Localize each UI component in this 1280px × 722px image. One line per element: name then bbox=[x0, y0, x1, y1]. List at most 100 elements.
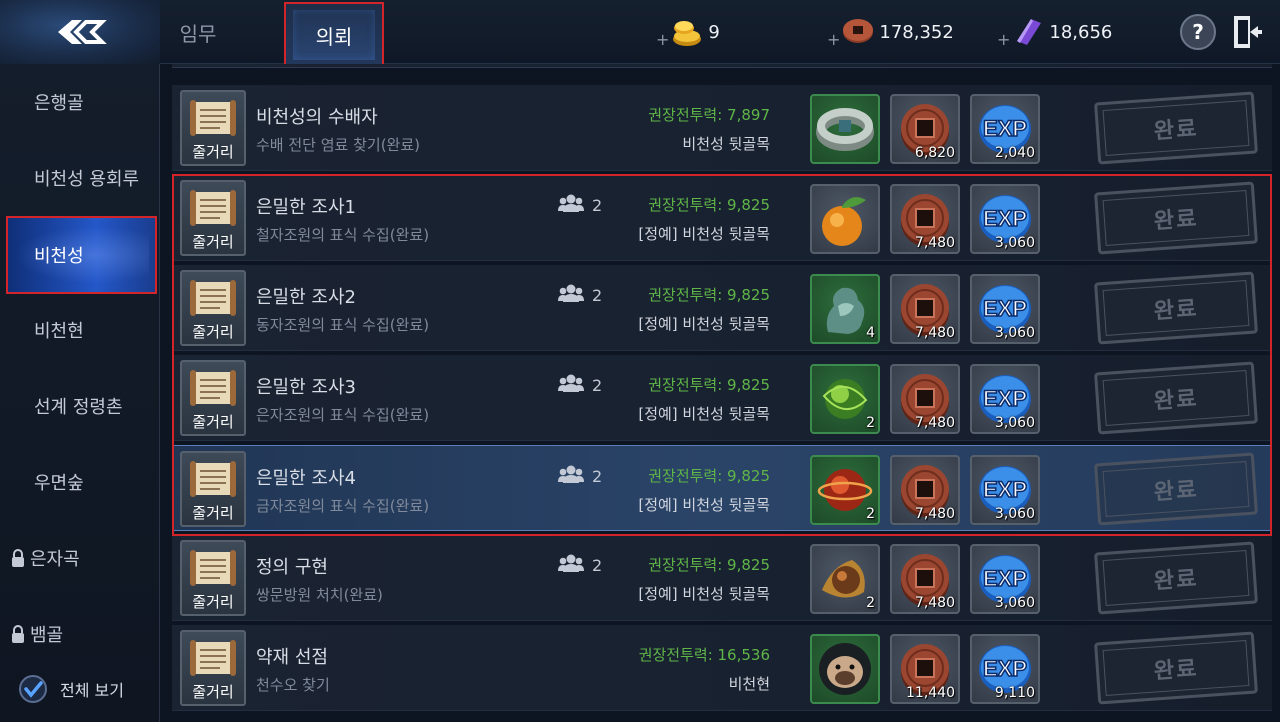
quest-row[interactable]: 줄거리 약재 선점 천수오 찾기 권장전투력: 16,536 비천현 11,440 EXP 9… bbox=[172, 625, 1272, 711]
sidebar-item-bicheonseong[interactable]: 비천성 bbox=[6, 216, 157, 294]
quest-row[interactable]: 줄거리 은밀한 조사4 금자조원의 표식 수집(완료) 2 권장전투력: 9,825 [정… bbox=[172, 445, 1272, 531]
complete-label: 완료 bbox=[1153, 296, 1200, 325]
currency-coin[interactable]: + 178,352 bbox=[827, 14, 954, 50]
reward-slot[interactable] bbox=[810, 94, 880, 164]
story-button[interactable]: 줄거리 bbox=[180, 270, 246, 346]
svg-text:EXP: EXP bbox=[983, 656, 1027, 681]
sidebar-item-label: 은행골 bbox=[34, 93, 84, 114]
purple-crystal-icon bbox=[1017, 19, 1042, 45]
party-count: 2 bbox=[592, 285, 603, 305]
quest-location: [정예] 비천성 뒷골목 bbox=[638, 315, 770, 333]
story-button[interactable]: 줄거리 bbox=[180, 451, 246, 527]
currency-gold[interactable]: + 9 bbox=[656, 14, 720, 50]
reward-slot[interactable] bbox=[810, 184, 880, 254]
reward-slot[interactable]: 2 bbox=[810, 455, 880, 525]
complete-button[interactable]: 완료 bbox=[1094, 631, 1258, 705]
sidebar-item-bicheonhyeon[interactable]: 비천현 bbox=[0, 300, 160, 360]
story-label: 줄거리 bbox=[192, 504, 234, 522]
list-row-partial bbox=[172, 64, 1272, 68]
reward-slot[interactable]: EXP 9,110 bbox=[970, 634, 1040, 704]
quest-title: 비천성의 수배자 bbox=[256, 107, 378, 128]
quest-list[interactable]: 줄거리 비천성의 수배자 수배 전단 염료 찾기(완료) 권장전투력: 7,897 비천… bbox=[172, 64, 1274, 722]
story-button[interactable]: 줄거리 bbox=[180, 540, 246, 616]
currency-crystal[interactable]: + 18,656 bbox=[997, 14, 1112, 50]
quest-subtitle: 수배 전단 염료 찾기(완료) bbox=[256, 136, 421, 154]
recommended-power: 권장전투력: 9,825 bbox=[648, 196, 770, 214]
complete-button[interactable]: 완료 bbox=[1094, 181, 1258, 255]
sidebar-item-baemgol[interactable]: 뱀골 bbox=[0, 604, 160, 664]
view-all-toggle[interactable]: 전체 보기 bbox=[18, 674, 124, 704]
checkbox-checked-icon[interactable] bbox=[18, 674, 48, 704]
reward-slot[interactable]: 2 bbox=[810, 364, 880, 434]
tab-missions[interactable]: 임무 bbox=[168, 0, 228, 64]
quest-row[interactable]: 줄거리 정의 구현 쌍문방원 처치(완료) 2 권장전투력: 9,825 [정예] 비천성… bbox=[172, 535, 1272, 621]
crystal-amount: 18,656 bbox=[1049, 21, 1113, 43]
reward-slot[interactable]: EXP 3,060 bbox=[970, 274, 1040, 344]
game-logo[interactable] bbox=[0, 0, 160, 64]
sidebar-item-label: 비천현 bbox=[34, 321, 84, 342]
exit-button[interactable] bbox=[1232, 14, 1264, 50]
complete-button[interactable]: 완료 bbox=[1094, 541, 1258, 615]
story-button[interactable]: 줄거리 bbox=[180, 180, 246, 256]
add-coin-plus: + bbox=[827, 29, 841, 49]
recommended-power: 권장전투력: 9,825 bbox=[648, 376, 770, 394]
story-button[interactable]: 줄거리 bbox=[180, 90, 246, 166]
reward-slot[interactable]: 7,480 bbox=[890, 544, 960, 614]
reward-slot[interactable]: 7,480 bbox=[890, 274, 960, 344]
bracelet-icon bbox=[812, 108, 878, 162]
complete-button[interactable]: 완료 bbox=[1094, 361, 1258, 435]
tab-requests[interactable]: 의뢰 bbox=[284, 2, 384, 68]
quest-row[interactable]: 줄거리 은밀한 조사3 은자조원의 표식 수집(완료) 2 권장전투력: 9,825 [정… bbox=[172, 355, 1272, 441]
reward-slot[interactable]: EXP 3,060 bbox=[970, 544, 1040, 614]
story-button[interactable]: 줄거리 bbox=[180, 360, 246, 436]
party-icon bbox=[558, 283, 592, 307]
story-label: 줄거리 bbox=[192, 143, 234, 161]
story-label: 줄거리 bbox=[192, 233, 234, 251]
complete-button[interactable]: 완료 bbox=[1094, 452, 1258, 526]
reward-slot[interactable]: EXP 2,040 bbox=[970, 94, 1040, 164]
quest-row[interactable]: 줄거리 은밀한 조사2 동자조원의 표식 수집(완료) 2 권장전투력: 9,825 [정… bbox=[172, 265, 1272, 351]
quest-location: 비천현 bbox=[728, 675, 770, 693]
sidebar-item-label: 우면숲 bbox=[34, 473, 84, 494]
reward-slot[interactable]: EXP 3,060 bbox=[970, 184, 1040, 254]
sidebar-item-bicheonseong-yonghoeru[interactable]: 비천성 용회루 bbox=[0, 148, 160, 208]
reward-slot[interactable]: 7,480 bbox=[890, 184, 960, 254]
party-icon bbox=[558, 373, 592, 397]
reward-slot[interactable]: 7,480 bbox=[890, 364, 960, 434]
sidebar-item-umyeonsup[interactable]: 우면숲 bbox=[0, 452, 160, 512]
quest-row[interactable]: 줄거리 은밀한 조사1 철자조원의 표식 수집(완료) 2 권장전투력: 9,825 [정… bbox=[172, 175, 1272, 261]
reward-count: 11,440 bbox=[906, 685, 955, 701]
sidebar-item-eunjagok[interactable]: 은자곡 bbox=[0, 528, 160, 588]
reward-count: 7,480 bbox=[914, 235, 955, 251]
coin-amount: 178,352 bbox=[879, 21, 954, 43]
reward-count: 3,060 bbox=[994, 415, 1035, 431]
quest-row[interactable]: 줄거리 비천성의 수배자 수배 전단 염료 찾기(완료) 권장전투력: 7,897 비천… bbox=[172, 85, 1272, 171]
quest-subtitle: 금자조원의 표식 수집(완료) bbox=[256, 497, 430, 515]
reward-slot[interactable]: 2 bbox=[810, 544, 880, 614]
story-button[interactable]: 줄거리 bbox=[180, 630, 246, 706]
reward-slot[interactable]: EXP 3,060 bbox=[970, 455, 1040, 525]
reward-slot[interactable]: EXP 3,060 bbox=[970, 364, 1040, 434]
reward-slot[interactable]: 11,440 bbox=[890, 634, 960, 704]
party-icon bbox=[558, 464, 592, 488]
party-size: 2 bbox=[558, 193, 602, 217]
help-button[interactable]: ? bbox=[1180, 14, 1216, 50]
party-icon bbox=[558, 553, 592, 577]
complete-button[interactable]: 완료 bbox=[1094, 91, 1258, 165]
reward-count: 9,110 bbox=[994, 685, 1035, 701]
add-crystal-plus: + bbox=[997, 29, 1011, 49]
reward-slot[interactable] bbox=[810, 634, 880, 704]
sidebar-item-eunhaenggol[interactable]: 은행골 bbox=[0, 72, 160, 132]
complete-label: 완료 bbox=[1153, 656, 1200, 685]
tab-missions-label: 임무 bbox=[179, 21, 217, 46]
bulldog-portrait-icon bbox=[812, 643, 878, 702]
complete-button[interactable]: 완료 bbox=[1094, 271, 1258, 345]
reward-slot[interactable]: 6,820 bbox=[890, 94, 960, 164]
sidebar-item-seongye-jeongryeongchon[interactable]: 선계 정령촌 bbox=[0, 376, 160, 436]
reward-slot[interactable]: 7,480 bbox=[890, 455, 960, 525]
reward-slot[interactable]: 4 bbox=[810, 274, 880, 344]
sidebar-item-label: 비천성 bbox=[34, 246, 84, 267]
help-label: ? bbox=[1192, 20, 1204, 44]
recommended-power: 권장전투력: 9,825 bbox=[648, 286, 770, 304]
quest-location: [정예] 비천성 뒷골목 bbox=[638, 405, 770, 423]
